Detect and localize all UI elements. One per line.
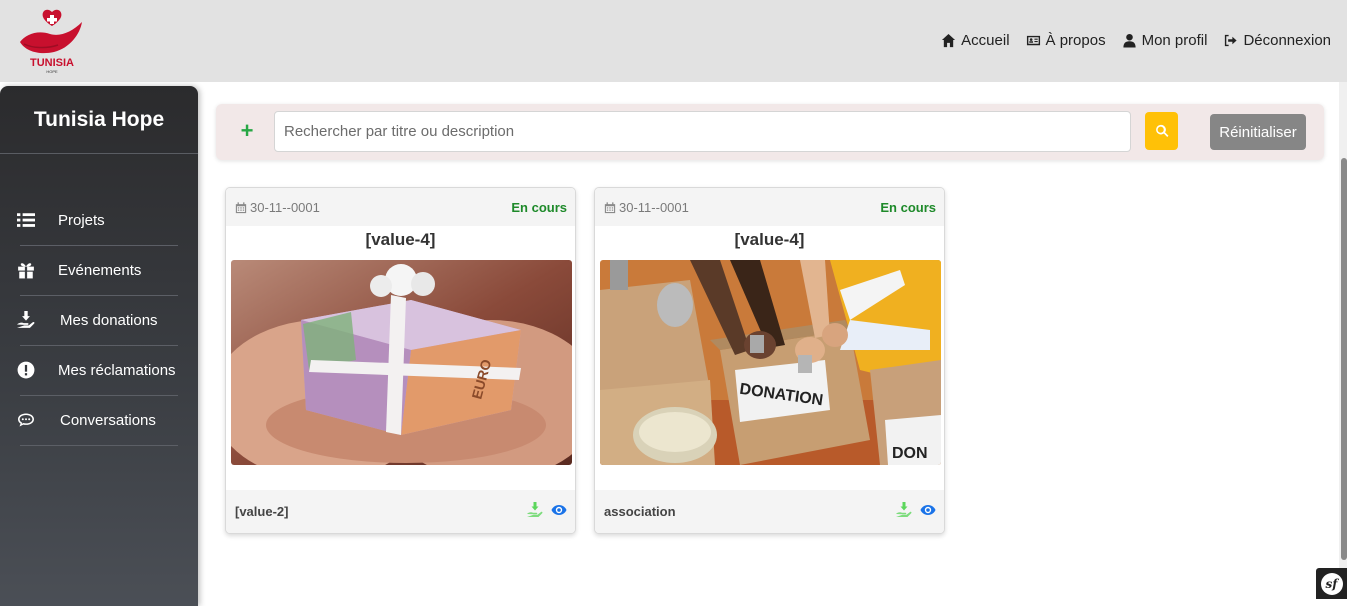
nav-deconnexion[interactable]: Déconnexion <box>1223 32 1331 49</box>
card-title: [value-4] <box>734 230 805 249</box>
svg-text:TUNISIA: TUNISIA <box>30 57 74 69</box>
nav-a-propos-label: À propos <box>1045 32 1106 49</box>
card-actions <box>896 502 936 518</box>
id-card-icon <box>1026 35 1040 46</box>
sidebar-item-mes-donations[interactable]: Mes donations <box>0 296 198 346</box>
card-date: 30-11--0001 <box>604 200 689 215</box>
sidebar-item-label: Mes donations <box>60 312 158 329</box>
sidebar: Tunisia Hope Projets Evénements Mes dona… <box>0 86 198 606</box>
eye-icon[interactable] <box>920 502 936 518</box>
svg-text:HOPE: HOPE <box>46 69 58 74</box>
tunisia-hope-logo[interactable]: TUNISIA HOPE <box>16 8 88 74</box>
card-date: 30-11--0001 <box>235 200 320 215</box>
card-date-text: 30-11--0001 <box>250 200 320 215</box>
calendar-icon <box>604 202 616 214</box>
eye-icon[interactable] <box>551 502 567 518</box>
calendar-icon <box>235 202 247 214</box>
card-actions <box>527 502 567 518</box>
hand-holding-icon <box>17 311 35 329</box>
nav-a-propos[interactable]: À propos <box>1026 32 1106 49</box>
donation-box-photo[interactable]: DONATION DON <box>600 260 941 465</box>
user-icon <box>1122 33 1136 48</box>
reset-button[interactable]: Réinitialiser <box>1210 114 1306 150</box>
nav-mon-profil[interactable]: Mon profil <box>1122 32 1208 49</box>
sidebar-item-label: Mes réclamations <box>58 362 176 379</box>
card-owner: association <box>604 504 676 519</box>
sign-out-icon <box>1225 34 1238 47</box>
gift-box-money-photo[interactable]: EURO <box>231 260 572 465</box>
sidebar-item-label: Projets <box>58 212 105 229</box>
search-bar: + Réinitialiser <box>216 104 1324 160</box>
chat-icon <box>17 411 35 429</box>
list-icon <box>17 211 35 229</box>
sidebar-item-projets[interactable]: Projets <box>0 196 198 246</box>
nav-accueil-label: Accueil <box>961 32 1010 49</box>
nav-accueil[interactable]: Accueil <box>941 32 1010 49</box>
svg-text:DON: DON <box>892 445 928 462</box>
card-date-text: 30-11--0001 <box>619 200 689 215</box>
sidebar-item-mes-reclamations[interactable]: Mes réclamations <box>0 346 198 396</box>
status-badge: En cours <box>511 200 567 215</box>
card-footer: association <box>595 490 944 533</box>
nav-deconnexion-label: Déconnexion <box>1243 32 1331 49</box>
symfony-toolbar-toggle[interactable]: sf <box>1316 568 1347 599</box>
home-icon <box>942 33 956 48</box>
donate-icon[interactable] <box>527 502 543 518</box>
gift-icon <box>17 261 35 279</box>
sidebar-title: Tunisia Hope <box>0 86 198 154</box>
search-input[interactable] <box>274 111 1131 152</box>
symfony-icon: sf <box>1320 572 1343 595</box>
project-card: 30-11--0001 En cours [value-4] EURO [val… <box>225 187 576 534</box>
project-card: 30-11--0001 En cours [value-4] DONATION … <box>594 187 945 534</box>
exclamation-circle-icon <box>17 361 35 379</box>
top-navbar: TUNISIA HOPE Accueil À propos Mon profil… <box>0 0 1347 82</box>
sidebar-menu: Projets Evénements Mes donations Mes réc… <box>0 196 198 446</box>
top-nav: Accueil À propos Mon profil Déconnexion <box>941 32 1331 49</box>
sidebar-item-conversations[interactable]: Conversations <box>0 396 198 446</box>
card-owner: [value-2] <box>235 504 289 519</box>
sidebar-item-label: Conversations <box>60 412 156 429</box>
sidebar-item-evenements[interactable]: Evénements <box>0 246 198 296</box>
nav-mon-profil-label: Mon profil <box>1141 32 1208 49</box>
card-header: 30-11--0001 En cours <box>595 188 944 226</box>
add-button[interactable]: + <box>236 120 258 142</box>
card-header: 30-11--0001 En cours <box>226 188 575 226</box>
search-icon <box>1155 124 1168 137</box>
sidebar-item-label: Evénements <box>58 262 142 279</box>
card-footer: [value-2] <box>226 490 575 533</box>
search-button[interactable] <box>1145 112 1178 150</box>
donate-icon[interactable] <box>896 502 912 518</box>
card-title: [value-4] <box>365 230 436 249</box>
status-badge: En cours <box>880 200 936 215</box>
scrollbar-thumb[interactable] <box>1341 158 1347 560</box>
